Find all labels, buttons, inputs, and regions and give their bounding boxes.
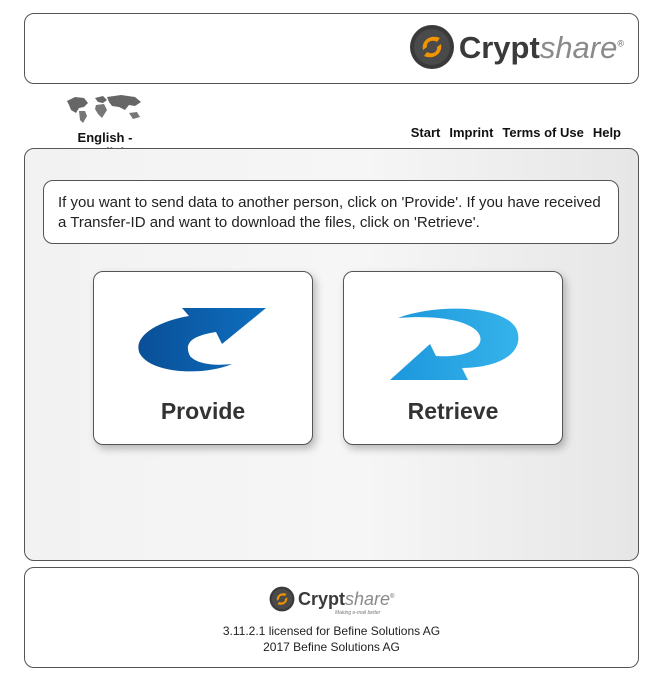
retrieve-label: Retrieve: [407, 398, 499, 424]
footer-panel: Cryptshare® Making e-mail better 3.11.2.…: [24, 567, 639, 668]
footer-logo-text-bold: Crypt: [298, 589, 346, 609]
provide-button[interactable]: Provide: [93, 271, 313, 445]
nav-terms-of-use-link[interactable]: Terms of Use: [502, 125, 583, 140]
retrieve-arrow-icon: [390, 308, 519, 380]
nav-start-link[interactable]: Start: [411, 125, 441, 140]
cryptshare-logo-icon: [409, 25, 454, 69]
provide-arrow-icon: [138, 308, 266, 372]
logo-registered-mark: ®: [617, 38, 624, 49]
logo-text-bold: Crypt: [458, 29, 540, 65]
info-box: If you want to send data to another pers…: [43, 180, 619, 244]
logo-text-light: share: [539, 29, 618, 65]
cryptshare-logo: Cryptshare®: [409, 24, 624, 70]
copyright-text: 2017 Befine Solutions AG: [263, 640, 400, 654]
footer-logo-text-light: share: [345, 589, 391, 609]
world-map-icon: [67, 95, 141, 123]
license-text: 3.11.2.1 licensed for Befine Solutions A…: [222, 624, 441, 638]
footer-cryptshare-logo: Cryptshare®: [269, 586, 394, 612]
main-panel: If you want to send data to another pers…: [24, 148, 639, 561]
footer-logo-registered-mark: ®: [390, 594, 395, 600]
info-text: If you want to send data to another pers…: [58, 194, 601, 231]
footer-tagline: Making e-mail better: [335, 610, 381, 616]
top-navigation: Start Imprint Terms of Use Help: [411, 125, 621, 140]
retrieve-button[interactable]: Retrieve: [343, 271, 563, 445]
nav-help-link[interactable]: Help: [593, 125, 621, 140]
provide-label: Provide: [160, 398, 246, 424]
header-panel: Cryptshare®: [24, 13, 639, 84]
nav-imprint-link[interactable]: Imprint: [449, 125, 493, 140]
footer-cryptshare-logo-icon: [269, 586, 295, 612]
